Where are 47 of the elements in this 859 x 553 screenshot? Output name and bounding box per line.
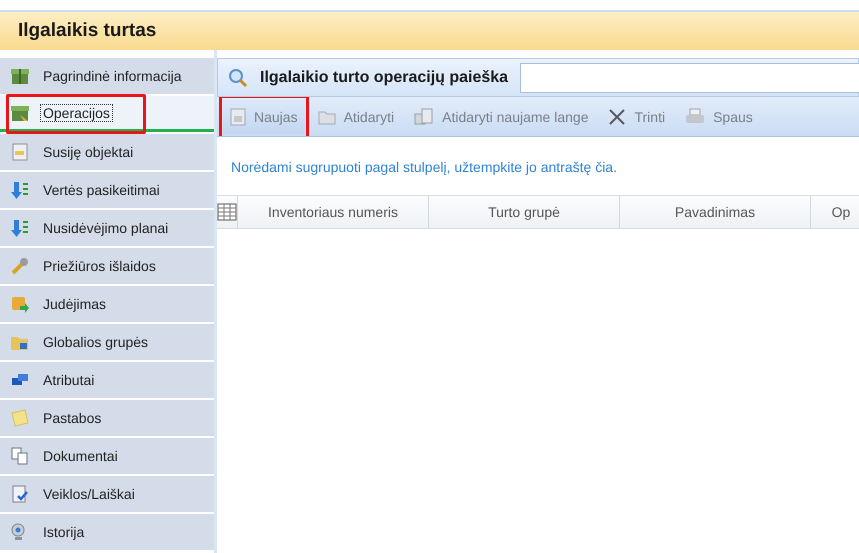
item-label: Atributai	[42, 371, 96, 389]
sidebar-item[interactable]: Nusidėvėjimo planai	[0, 210, 214, 246]
search-title: Ilgalaikio turto operacijų paieška	[260, 68, 508, 86]
sidebar-item[interactable]: Susiję objektai	[0, 134, 214, 170]
item-label: Globalios grupės	[42, 333, 150, 351]
item-label: Pagrindinė informacija	[42, 67, 183, 85]
item-label: Judėjimas	[42, 295, 108, 313]
item-label: Vertės pasikeitimai	[42, 181, 161, 199]
document-icon	[10, 142, 30, 162]
item-label: Priežiūros išlaidos	[42, 257, 157, 275]
item-label: Nusidėvėjimo planai	[42, 219, 170, 237]
down-arrow-icon	[10, 218, 30, 238]
printer-icon	[685, 108, 706, 126]
sidebar-item[interactable]: Pastabos	[0, 400, 214, 436]
search-field[interactable]	[520, 62, 859, 92]
sidebar-item[interactable]: Atributai	[0, 362, 214, 398]
search-icon	[228, 68, 248, 88]
sidebar-item[interactable]: Pagrindinė informacija	[0, 58, 214, 94]
checklist-icon	[10, 484, 30, 504]
group-hint: Norėdami sugrupuoti pagal stulpelį, užtempkite jo antraštę čia.	[230, 158, 618, 177]
item-label: Susiję objektai	[42, 143, 134, 161]
box-icon	[10, 66, 30, 86]
column-header[interactable]: Turto grupė	[428, 196, 619, 228]
item-label: Dokumentai	[42, 447, 119, 465]
close-icon	[608, 108, 626, 126]
folder-icon	[318, 108, 336, 124]
sidebar-item[interactable]: Vertės pasikeitimai	[0, 172, 214, 208]
sidebar-item[interactable]: Veiklos/Laiškai	[0, 476, 214, 512]
sidebar-item[interactable]: Istorija	[0, 514, 214, 550]
document-icon	[230, 108, 246, 126]
column-header[interactable]: Pavadinimas	[619, 196, 810, 228]
item-label: Operacijos	[40, 104, 113, 122]
item-label: Pastabos	[42, 409, 102, 427]
documents-icon	[10, 446, 30, 466]
item-label: Veiklos/Laiškai	[42, 485, 136, 503]
window-icon	[414, 108, 434, 126]
column-header[interactable]: Op	[810, 196, 859, 228]
sidebar-item[interactable]: Judėjimas	[0, 286, 214, 322]
window-title: Ilgalaikis turtas	[0, 10, 859, 50]
note-icon	[10, 408, 30, 428]
down-arrow-icon	[10, 180, 30, 200]
sidebar-item[interactable]: Globalios grupės	[0, 324, 214, 360]
sidebar-item[interactable]: Priežiūros išlaidos	[0, 248, 214, 284]
sidebar-item[interactable]: Dokumentai	[0, 438, 214, 474]
column-header[interactable]: Inventoriaus numeris	[237, 196, 428, 228]
item-label: Istorija	[42, 523, 86, 541]
sidebar-item[interactable]: Operacijos	[0, 96, 214, 132]
